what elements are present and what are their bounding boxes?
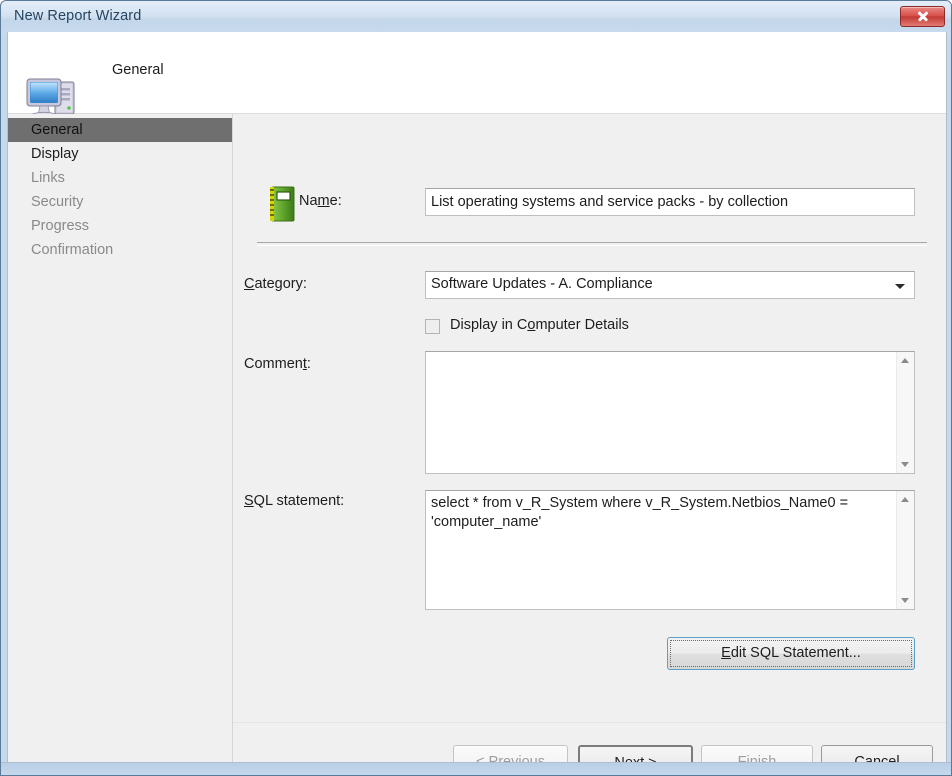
category-label: Category:: [244, 276, 307, 292]
sidebar-item-confirmation[interactable]: Confirmation: [8, 238, 232, 262]
sql-scrollbar[interactable]: [896, 491, 914, 609]
general-page-content: Name: List operating systems and service…: [233, 114, 946, 723]
checkbox-box: [425, 319, 440, 334]
scroll-up-icon[interactable]: [897, 352, 914, 369]
close-icon[interactable]: [900, 6, 945, 27]
wizard-step-sidebar: General Display Links Security Progress …: [8, 114, 233, 767]
scroll-down-icon[interactable]: [897, 592, 914, 609]
section-separator: [257, 242, 927, 246]
title-bar: New Report Wizard: [1, 1, 951, 35]
sidebar-item-links[interactable]: Links: [8, 166, 232, 190]
comment-label: Comment:: [244, 356, 311, 372]
sidebar-item-progress[interactable]: Progress: [8, 214, 232, 238]
chevron-down-icon: [895, 284, 905, 289]
window-title: New Report Wizard: [14, 8, 142, 24]
notebook-icon: [267, 185, 297, 223]
sidebar-item-display[interactable]: Display: [8, 142, 232, 166]
checkbox-label: Display in Computer Details: [450, 317, 629, 333]
wizard-header: General: [8, 32, 946, 122]
page-title: General: [112, 62, 164, 78]
name-label: Name:: [299, 193, 342, 209]
scroll-up-icon[interactable]: [897, 491, 914, 508]
wizard-footer: < Previous Next > Finish Cancel: [233, 723, 946, 767]
client-area: General General Display Links Security P…: [7, 32, 947, 767]
new-report-wizard-window: New Report Wizard General General Displa…: [0, 0, 952, 776]
comment-textarea[interactable]: [425, 351, 915, 474]
window-bottom-edge: [1, 762, 951, 775]
scroll-down-icon[interactable]: [897, 456, 914, 473]
category-select[interactable]: Software Updates - A. Compliance: [425, 271, 915, 299]
sql-statement-label: SQL statement:: [244, 493, 345, 509]
name-input[interactable]: List operating systems and service packs…: [425, 188, 915, 216]
comment-scrollbar[interactable]: [896, 352, 914, 473]
edit-sql-statement-button[interactable]: Edit SQL Statement...: [667, 637, 915, 670]
sql-statement-text: select * from v_R_System where v_R_Syste…: [431, 495, 853, 530]
sidebar-item-security[interactable]: Security: [8, 190, 232, 214]
category-selected-value: Software Updates - A. Compliance: [431, 276, 653, 292]
sidebar-item-general[interactable]: General: [8, 118, 232, 142]
edit-sql-statement-label: Edit SQL Statement...: [670, 640, 912, 667]
sql-statement-textarea[interactable]: select * from v_R_System where v_R_Syste…: [425, 490, 915, 610]
